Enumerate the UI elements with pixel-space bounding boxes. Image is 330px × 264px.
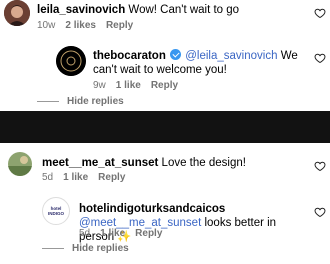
hide-replies-label: Hide replies — [67, 96, 124, 107]
avatar-meet-me-at-sunset[interactable] — [8, 152, 32, 176]
heart-outline-icon[interactable] — [314, 160, 326, 172]
reply-likes-count-button[interactable]: 1 like — [100, 228, 125, 239]
reply-meta: 5d 1 like Reply — [79, 228, 162, 239]
avatar-photo — [4, 0, 30, 26]
likes-count-button[interactable]: 1 like — [63, 172, 88, 183]
divider-line — [37, 101, 59, 102]
avatar-logo-text: hotel INDIGO — [47, 206, 64, 216]
reply-time: 5d — [79, 228, 91, 239]
reply-mention[interactable]: @leila_savinovich — [185, 50, 277, 62]
reply-likes-count-button[interactable]: 1 like — [116, 80, 141, 91]
reply-username[interactable]: hotelindigoturksandcaicos — [79, 203, 225, 215]
comment-time: 5d — [42, 172, 54, 183]
verified-badge-icon — [170, 49, 182, 60]
reply-time: 9w — [93, 80, 106, 91]
comment-body: leila_savinovich Wow! Can't wait to go — [37, 3, 307, 17]
comment-meta: 5d 1 like Reply — [42, 172, 125, 183]
reply-meta: 9w 1 like Reply — [93, 80, 178, 91]
reply-username[interactable]: thebocaraton — [93, 50, 166, 62]
heart-outline-icon[interactable] — [314, 7, 326, 19]
hide-replies-label: Hide replies — [72, 243, 129, 254]
likes-count-button[interactable]: 2 likes — [65, 20, 96, 31]
reply-button[interactable]: Reply — [98, 172, 125, 183]
avatar-leila[interactable] — [4, 0, 30, 26]
heart-outline-icon[interactable] — [314, 52, 326, 64]
reply-button[interactable]: Reply — [106, 20, 133, 31]
comment-meta: 10w 2 likes Reply — [37, 20, 133, 31]
reply-reply-button[interactable]: Reply — [151, 80, 178, 91]
comment-text: Love the design! — [161, 157, 246, 169]
heart-outline-icon[interactable] — [314, 206, 326, 218]
comment-username[interactable]: leila_savinovich — [37, 4, 125, 16]
section-separator — [0, 111, 330, 143]
reply-reply-button[interactable]: Reply — [135, 228, 162, 239]
comment-body: meet__me_at_sunset Love the design! — [42, 156, 302, 170]
comment-text: Wow! Can't wait to go — [128, 4, 240, 16]
reply-body: thebocaraton @leila_savinovich We can't … — [93, 49, 308, 77]
hide-replies-button[interactable]: Hide replies — [37, 96, 124, 107]
avatar-photo — [8, 152, 32, 176]
comment-username[interactable]: meet__me_at_sunset — [42, 157, 158, 169]
avatar-hotelindigo[interactable]: hotel INDIGO — [42, 197, 70, 225]
avatar-thebocaraton[interactable] — [56, 46, 86, 76]
hide-replies-button[interactable]: Hide replies — [42, 243, 129, 254]
comment-time: 10w — [37, 20, 56, 31]
brand-logo-icon — [56, 46, 86, 76]
divider-line — [42, 248, 64, 249]
